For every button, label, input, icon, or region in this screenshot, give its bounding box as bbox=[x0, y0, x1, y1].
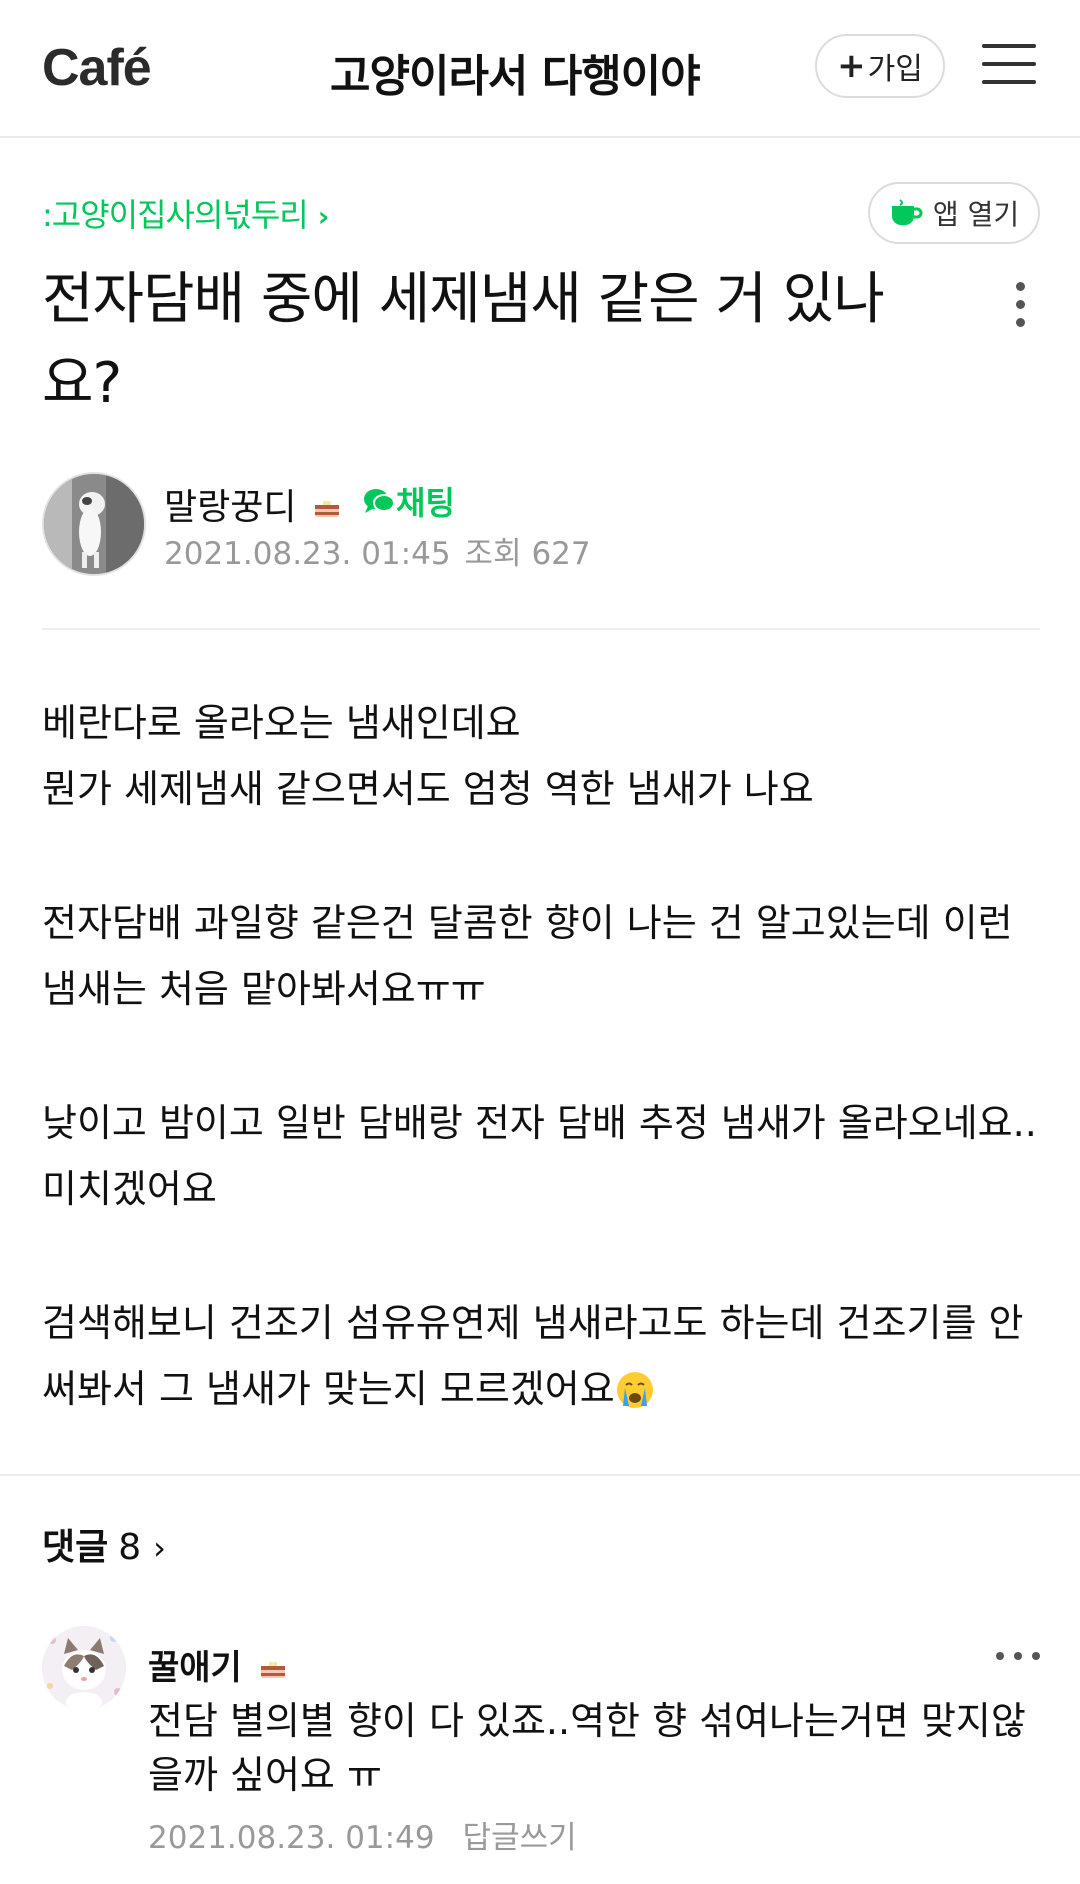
comments-header[interactable]: 댓글 8 › bbox=[42, 1518, 166, 1570]
body-line: 뭔가 세제냄새 같으면서도 엄청 역한 냄새가 나요 bbox=[42, 767, 814, 811]
logo-text: Caf bbox=[42, 39, 124, 97]
more-options-icon[interactable] bbox=[1016, 282, 1026, 336]
post-date: 2021.08.23. 01:45 bbox=[164, 536, 451, 572]
hamburger-menu-icon[interactable] bbox=[982, 44, 1036, 86]
cat-photo-icon bbox=[44, 474, 144, 574]
body-paragraph: 베란다로 올라오는 냄새인데요 뭔가 세제냄새 같으면서도 엄청 역한 냄새가 … bbox=[42, 690, 1042, 822]
join-label: 가입 bbox=[867, 52, 923, 87]
plus-icon: + bbox=[837, 46, 866, 86]
body-line: 검색해보니 건조기 섬유유연제 냄새라고도 하는데 건조기를 안 써봐서 그 냄… bbox=[42, 1301, 1024, 1411]
comment-date: 2021.08.23. 01:49 bbox=[148, 1820, 435, 1856]
section-divider bbox=[0, 1474, 1080, 1476]
body-line: 베란다로 올라오는 냄새인데요 bbox=[42, 701, 521, 745]
cafe-cup-icon bbox=[891, 199, 923, 225]
post-meta: 2021.08.23. 01:45 조회 627 bbox=[164, 528, 591, 573]
board-name: :고양이집사의넋두리 bbox=[42, 196, 309, 234]
body-paragraph: 검색해보니 건조기 섬유유연제 냄새라고도 하는데 건조기를 안 써봐서 그 냄… bbox=[42, 1290, 1042, 1422]
logo-accent: é bbox=[122, 39, 152, 97]
comments-count: 8 bbox=[118, 1527, 142, 1568]
comment-meta: 2021.08.23. 01:49 답글쓰기 bbox=[148, 1812, 577, 1857]
comment-avatar[interactable] bbox=[42, 1626, 126, 1710]
cat-photo-icon bbox=[42, 1626, 126, 1710]
divider bbox=[42, 628, 1040, 630]
comment-text: 전담 별의별 향이 다 있죠..역한 향 섞여나는거면 맞지않을까 싶어요 ㅠ bbox=[148, 1699, 1026, 1797]
comment-more-icon[interactable] bbox=[996, 1652, 1040, 1662]
body-paragraph: 낮이고 밤이고 일반 담배랑 전자 담배 추정 냄새가 올라오네요.. 미치겠어… bbox=[42, 1101, 1037, 1211]
member-level-icon bbox=[314, 501, 339, 517]
chevron-right-icon: › bbox=[153, 1529, 166, 1567]
join-button[interactable]: + 가입 bbox=[815, 34, 945, 98]
comments-label: 댓글 bbox=[42, 1527, 109, 1568]
top-bar: Café 고양이라서 다행이야 + 가입 bbox=[0, 0, 1080, 138]
crying-face-icon bbox=[616, 1372, 653, 1408]
cafe-name[interactable]: 고양이라서 다행이야 bbox=[330, 40, 701, 104]
open-app-label: 앱 열기 bbox=[932, 198, 1020, 231]
chat-bubble-icon bbox=[364, 489, 395, 513]
cafe-logo[interactable]: Café bbox=[42, 38, 152, 98]
comment-author[interactable]: 꿀애기 bbox=[148, 1640, 286, 1689]
chat-button[interactable]: 채팅 bbox=[362, 478, 455, 524]
post-body: 베란다로 올라오는 냄새인데요 뭔가 세제냄새 같으면서도 엄청 역한 냄새가 … bbox=[42, 690, 1042, 1422]
chevron-right-icon: › bbox=[317, 200, 330, 233]
board-breadcrumb[interactable]: :고양이집사의넋두리 › bbox=[42, 190, 330, 236]
member-level-icon bbox=[260, 1661, 285, 1678]
view-count: 조회 627 bbox=[464, 536, 591, 572]
chat-label: 채팅 bbox=[396, 484, 455, 522]
post-title: 전자담배 중에 세제냄새 같은 거 있나요? bbox=[42, 267, 885, 416]
comment-author-name: 꿀애기 bbox=[148, 1648, 242, 1688]
author-name[interactable]: 말랑꿍디 bbox=[164, 478, 340, 530]
author-name-text: 말랑꿍디 bbox=[164, 487, 297, 528]
open-app-button[interactable]: 앱 열기 bbox=[868, 182, 1040, 244]
author-avatar[interactable] bbox=[42, 472, 146, 576]
body-paragraph: 전자담배 과일향 같은건 달콤한 향이 나는 건 알고있는데 이런 냄새는 처음… bbox=[42, 901, 1013, 1011]
reply-button[interactable]: 답글쓰기 bbox=[463, 1820, 577, 1856]
